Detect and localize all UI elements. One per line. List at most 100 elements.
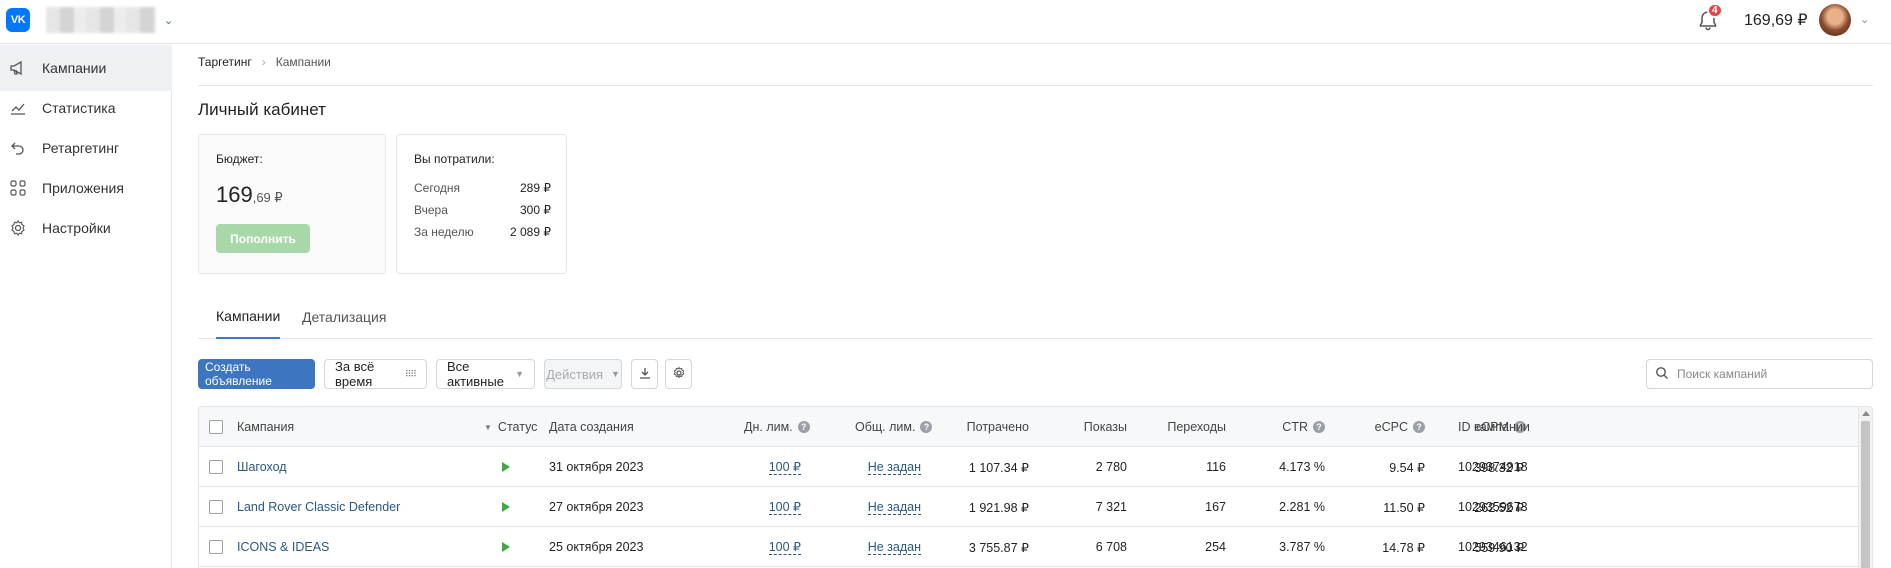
column-header-ctr[interactable]: CTR?: [1239, 407, 1325, 447]
chevron-down-icon[interactable]: ⌄: [1860, 13, 1869, 26]
day-limit-link[interactable]: 100 ₽: [768, 540, 801, 555]
status-running-icon[interactable]: [502, 527, 510, 567]
tab-campaigns[interactable]: Кампании: [216, 295, 281, 339]
ctr-cell: 3.787 %: [1279, 540, 1325, 554]
campaign-name-link[interactable]: ICONS & IDEAS: [237, 527, 329, 567]
total-limit-cell[interactable]: Не задан: [839, 447, 921, 487]
total-limit-link[interactable]: Не задан: [867, 500, 921, 515]
spent-value: 2 089 ₽: [510, 225, 551, 239]
total-limit-link[interactable]: Не задан: [867, 460, 921, 475]
tab-details[interactable]: Детализация: [302, 295, 386, 339]
ecpc-cell: 9.54 ₽: [1389, 460, 1425, 475]
spent-value: 289 ₽: [520, 181, 551, 195]
download-button[interactable]: [631, 359, 658, 389]
row-checkbox[interactable]: [209, 447, 223, 487]
balance-amount[interactable]: 169,69 ₽: [1744, 10, 1808, 30]
creation-date: 31 октября 2023: [549, 460, 644, 474]
create-ad-button[interactable]: Создать объявление: [198, 359, 315, 389]
breadcrumb-link[interactable]: Таргетинг: [198, 55, 252, 69]
vk-logo[interactable]: VK: [6, 8, 30, 32]
status-running-icon[interactable]: [502, 487, 510, 527]
total-limit-cell[interactable]: Не задан: [839, 487, 921, 527]
table-row[interactable]: Шагоход 31 октября 2023 100 ₽ Не задан 1…: [199, 447, 1872, 487]
campaign-name[interactable]: ICONS & IDEAS: [237, 540, 329, 554]
table-row[interactable]: ICONS & IDEAS 25 октября 2023 100 ₽ Не з…: [199, 527, 1872, 567]
period-select[interactable]: За всё время ⠿⠿: [324, 359, 427, 389]
table-row[interactable]: Land Rover Classic Defender 27 октября 2…: [199, 487, 1872, 527]
chevron-down-icon[interactable]: ⌄: [164, 14, 173, 27]
day-limit-cell[interactable]: 100 ₽: [744, 527, 801, 567]
gear-icon: [672, 366, 686, 383]
budget-value: 169,69 ₽: [216, 182, 283, 208]
day-limit-link[interactable]: 100 ₽: [768, 500, 801, 515]
sidebar-item-settings[interactable]: Настройки: [0, 205, 172, 251]
ecpc-cell: 11.50 ₽: [1383, 500, 1425, 515]
campaign-name-link[interactable]: Шагоход: [237, 447, 287, 487]
column-header-clicks[interactable]: Переходы: [1139, 407, 1226, 447]
scroll-up-arrow-icon[interactable]: [1862, 411, 1870, 416]
campaign-name-link[interactable]: Land Rover Classic Defender: [237, 487, 400, 527]
notification-badge: 4: [1707, 3, 1723, 18]
sort-desc-icon: ▼: [484, 422, 492, 432]
topup-button[interactable]: Пополнить: [216, 224, 310, 253]
column-header-ecpc[interactable]: eCPC?: [1339, 407, 1425, 447]
spent-label: За неделю: [414, 225, 474, 239]
help-icon[interactable]: ?: [920, 421, 933, 433]
creation-date: 27 октября 2023: [549, 500, 644, 514]
column-header-id[interactable]: ID кампании: [1458, 407, 1530, 447]
row-checkbox[interactable]: [209, 487, 223, 527]
column-header-campaign[interactable]: Кампания: [237, 407, 294, 447]
column-header-impressions[interactable]: Показы: [1039, 407, 1127, 447]
clicks-cell: 167: [1205, 500, 1226, 514]
campaign-name[interactable]: Шагоход: [237, 460, 287, 474]
column-header-date[interactable]: Дата создания: [549, 407, 634, 447]
budget-value-main: 169: [216, 182, 253, 207]
page-title: Личный кабинет: [198, 100, 326, 119]
help-icon[interactable]: ?: [797, 421, 810, 433]
day-limit-link[interactable]: 100 ₽: [768, 460, 801, 475]
spent-label: Сегодня: [414, 181, 460, 195]
ctr-cell: 4.173 %: [1279, 460, 1325, 474]
search-box[interactable]: [1646, 359, 1873, 389]
table-header: Кампания ▼ Статус Дата создания Дн. лим.…: [199, 407, 1872, 447]
apps-grid-icon: [9, 179, 27, 197]
breadcrumb: Таргетинг › Кампании: [198, 55, 331, 69]
scroll-thumb[interactable]: [1861, 421, 1870, 568]
budget-label: Бюджет:: [216, 152, 263, 166]
spent-cell: 3 755.87 ₽: [968, 540, 1029, 555]
day-limit-cell[interactable]: 100 ₽: [744, 447, 801, 487]
spent-cell: 1 107.34 ₽: [968, 460, 1029, 475]
campaign-id-cell: 1029374918: [1458, 460, 1528, 474]
status-filter-label: Все активные: [447, 359, 504, 389]
trend-chart-icon: [9, 99, 27, 117]
settings-button[interactable]: [665, 359, 692, 389]
account-name-blurred[interactable]: [46, 7, 156, 33]
budget-card: Бюджет: 169,69 ₽ Пополнить: [198, 134, 386, 274]
avatar[interactable]: [1819, 4, 1851, 36]
megaphone-icon: [9, 59, 27, 77]
spent-title: Вы потратили:: [414, 152, 495, 166]
column-header-label: Статус: [497, 420, 538, 434]
table-scrollbar[interactable]: [1858, 407, 1872, 568]
sidebar: Кампании Статистика Ретаргетинг Приложен…: [0, 45, 172, 568]
help-icon[interactable]: ?: [1313, 421, 1325, 433]
caret-down-icon: ▼: [611, 369, 620, 379]
total-limit-link[interactable]: Не задан: [867, 540, 921, 555]
column-header-day-limit[interactable]: Дн. лим.?: [744, 407, 810, 447]
column-header-spent[interactable]: Потрачено: [949, 407, 1029, 447]
spent-card: Вы потратили: Сегодня 289 ₽ Вчера 300 ₽ …: [396, 134, 567, 274]
help-icon[interactable]: ?: [1413, 421, 1425, 433]
status-filter-select[interactable]: Все активные ▼: [436, 359, 535, 389]
total-limit-cell[interactable]: Не задан: [839, 527, 921, 567]
impressions-cell: 2 780: [1095, 460, 1127, 474]
status-running-icon[interactable]: [502, 447, 510, 487]
actions-select[interactable]: Действия ▼: [544, 359, 622, 389]
day-limit-cell[interactable]: 100 ₽: [744, 487, 801, 527]
campaign-name[interactable]: Land Rover Classic Defender: [237, 500, 400, 514]
search-input[interactable]: [1677, 367, 1857, 381]
column-header-total-limit[interactable]: Общ. лим.?: [855, 407, 933, 447]
column-header-status[interactable]: ▼ Статус: [484, 407, 537, 447]
period-select-label: За всё время: [335, 359, 375, 389]
row-checkbox[interactable]: [209, 527, 223, 567]
select-all-checkbox[interactable]: [209, 407, 223, 447]
